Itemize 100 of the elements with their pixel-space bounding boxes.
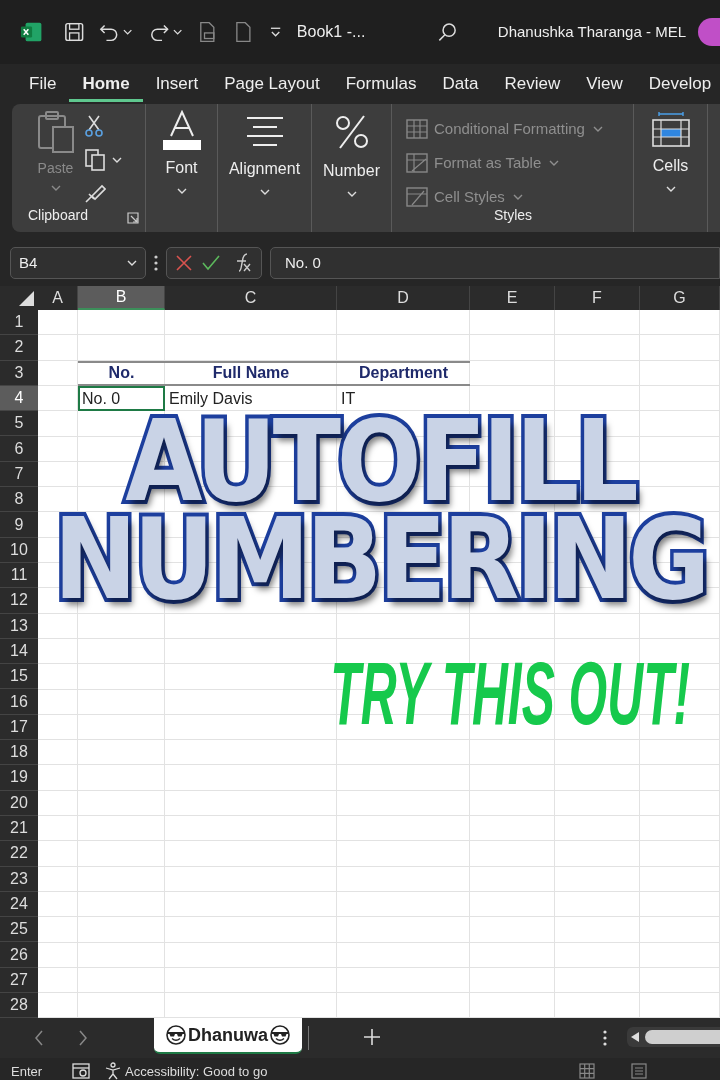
confirm-icon[interactable] (202, 255, 220, 271)
accessibility-icon (104, 1062, 123, 1080)
row-header[interactable]: 1 (0, 310, 38, 336)
menu-tab[interactable]: Formulas (332, 66, 430, 102)
search-icon[interactable] (437, 21, 458, 43)
row-header[interactable]: 5 (0, 411, 38, 437)
percent-icon[interactable] (333, 114, 370, 150)
row-header[interactable]: 26 (0, 942, 38, 968)
row-header[interactable]: 22 (0, 841, 38, 867)
alignment-button-label[interactable]: Alignment (228, 157, 301, 181)
row-header[interactable]: 7 (0, 461, 38, 488)
row-header[interactable]: 3 (0, 360, 38, 386)
row-header[interactable]: 19 (0, 765, 38, 791)
table-style-icon (406, 153, 428, 173)
column-heading: Department (337, 360, 470, 386)
group-label: Clipboard (28, 206, 88, 225)
font-color-icon[interactable] (160, 110, 203, 150)
row-header[interactable]: 28 (0, 993, 38, 1019)
row-header[interactable]: 9 (0, 512, 38, 538)
column-heading: No. (78, 360, 165, 386)
row-header[interactable]: 4 (0, 385, 38, 412)
grid-icon (406, 119, 428, 139)
sheet-tab[interactable]: Dhanuwa (154, 1018, 302, 1055)
row-header[interactable]: 8 (0, 487, 38, 513)
column-header[interactable]: D (337, 286, 470, 310)
row-header[interactable]: 20 (0, 790, 38, 816)
column-header[interactable]: C (165, 286, 337, 310)
cells-button-label[interactable]: Cells (652, 154, 689, 178)
avatar-icon[interactable] (698, 18, 720, 46)
sunglasses-smiley-icon (270, 1025, 290, 1046)
menu-tab[interactable]: Insert (142, 66, 212, 102)
previous-sheet-icon[interactable] (34, 1030, 44, 1047)
menu-tab[interactable]: Review (491, 66, 574, 102)
customize-toolbar-icon[interactable] (269, 26, 281, 38)
scroll-left-icon[interactable] (631, 1032, 639, 1043)
number-button-label[interactable]: Number (323, 159, 380, 183)
table-cell-text: Emily Davis (168, 388, 254, 409)
format-painter-icon[interactable] (83, 182, 106, 204)
more-options-icon[interactable] (154, 255, 158, 271)
row-header[interactable]: 15 (0, 664, 38, 690)
account-name[interactable]: Dhanushka Tharanga - MEL (497, 20, 686, 44)
print-preview-icon[interactable] (198, 21, 217, 43)
column-header[interactable]: F (555, 286, 640, 310)
table-cell-text: IT (340, 388, 357, 409)
row-header[interactable]: 21 (0, 815, 38, 842)
title-text: NUMBERING (53, 517, 707, 603)
name-box[interactable]: B4 (10, 247, 146, 279)
menu-tab[interactable]: Page Layout (211, 66, 333, 102)
row-header[interactable]: 2 (0, 335, 38, 361)
sunglasses-smiley-icon (166, 1025, 186, 1046)
row-header[interactable]: 24 (0, 891, 38, 918)
macro-recorder-icon[interactable] (72, 1063, 91, 1080)
cells-icon[interactable] (650, 112, 691, 148)
new-document-icon[interactable] (234, 21, 252, 43)
status-mode: Enter (11, 1062, 43, 1080)
column-header[interactable]: A (38, 286, 78, 310)
group-label: Styles (494, 206, 533, 225)
menu-tab[interactable]: File (16, 66, 70, 102)
align-icon[interactable] (244, 116, 285, 148)
dialog-launcher-icon[interactable] (127, 212, 139, 224)
save-icon[interactable] (64, 21, 85, 43)
row-header[interactable]: 25 (0, 917, 38, 943)
accessibility-status[interactable]: Accessibility: Good to go (104, 1061, 268, 1080)
font-button-label[interactable]: Font (165, 156, 198, 180)
next-sheet-icon[interactable] (78, 1030, 88, 1047)
row-header[interactable]: 16 (0, 689, 38, 715)
column-header[interactable]: G (640, 286, 720, 310)
column-header[interactable]: B (78, 286, 165, 310)
row-header[interactable]: 17 (0, 714, 38, 741)
cancel-icon[interactable] (176, 255, 192, 271)
scissors-icon[interactable] (83, 114, 104, 138)
table-cell[interactable]: No. 0 (78, 385, 165, 412)
row-header[interactable]: 23 (0, 866, 38, 892)
page-layout-view-icon[interactable] (631, 1063, 648, 1080)
row-header[interactable]: 6 (0, 436, 38, 462)
menu-tab[interactable]: View (573, 66, 636, 102)
document-title: Book1 -... (296, 22, 366, 42)
title-text: AUTOFILL (125, 419, 635, 505)
row-header[interactable]: 13 (0, 613, 38, 639)
column-header[interactable]: E (470, 286, 555, 310)
row-header[interactable]: 11 (0, 562, 38, 589)
row-header[interactable]: 12 (0, 588, 38, 614)
formula-field[interactable]: No. 0 (270, 247, 720, 279)
more-options-icon[interactable] (603, 1030, 607, 1047)
row-header[interactable]: 10 (0, 537, 38, 563)
column-heading: Full Name (165, 360, 337, 386)
table-style-icon (406, 187, 428, 207)
horizontal-scrollbar[interactable] (627, 1027, 720, 1048)
menu-tab[interactable]: Develop (635, 66, 720, 102)
menu-tab[interactable]: Data (429, 66, 492, 102)
row-header[interactable]: 18 (0, 740, 38, 766)
row-header[interactable]: 27 (0, 967, 38, 993)
normal-view-icon[interactable] (579, 1063, 596, 1080)
tagline-text: TRY THIS OUT! (330, 656, 690, 730)
copy-icon[interactable] (83, 148, 106, 172)
paste-icon[interactable] (35, 110, 76, 154)
add-sheet-icon[interactable] (363, 1028, 381, 1047)
scroll-thumb[interactable] (645, 1030, 720, 1045)
row-header[interactable]: 14 (0, 638, 38, 665)
spreadsheet-logo-icon[interactable] (20, 21, 43, 43)
